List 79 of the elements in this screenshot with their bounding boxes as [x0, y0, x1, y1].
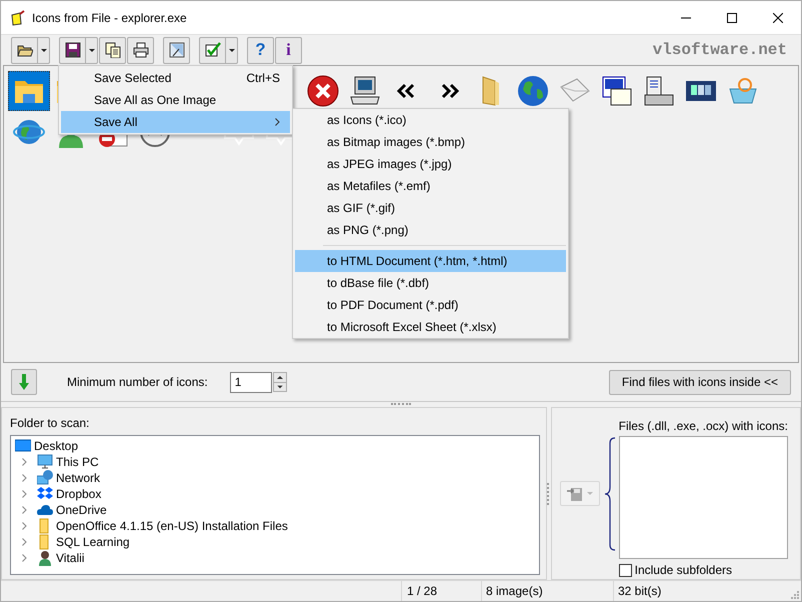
monitor-icon	[15, 438, 31, 454]
splitter-grip[interactable]	[391, 402, 411, 405]
copy-icon	[104, 42, 120, 58]
status-text: 8 image(s)	[486, 583, 543, 600]
tree-item[interactable]: Vitalii	[56, 549, 84, 567]
tree-item[interactable]: Network	[56, 469, 100, 487]
toolbar-button[interactable]: ?	[248, 38, 273, 62]
tree-item[interactable]: This PC	[56, 453, 99, 471]
maximize-icon[interactable]	[727, 12, 737, 22]
printer-icon	[132, 42, 148, 58]
person-icon	[37, 550, 53, 566]
floppy-import-icon	[566, 486, 583, 502]
monitor-icon	[37, 454, 53, 470]
splitter-grip[interactable]	[546, 482, 549, 504]
menu-item[interactable]: to PDF Document (*.pdf)	[295, 294, 566, 316]
tree-item[interactable]: SQL Learning	[56, 533, 130, 551]
chevron-right-icon[interactable]	[22, 458, 27, 466]
chevron-right-icon[interactable]	[22, 490, 27, 498]
files-list[interactable]	[618, 436, 788, 559]
website-text: vlsoftware.net	[652, 40, 787, 61]
chevron-right-icon[interactable]	[22, 522, 27, 530]
status-text: 32 bit(s)	[618, 583, 662, 600]
cloud-icon	[37, 502, 53, 518]
chevron-right-icon	[275, 118, 280, 126]
toolbar-button[interactable]: i	[276, 38, 301, 62]
caret-icon	[586, 492, 593, 495]
app-icon	[10, 10, 26, 26]
tree-item[interactable]: OneDrive	[56, 501, 107, 519]
network-icon	[37, 470, 53, 486]
tree-item[interactable]: Dropbox	[56, 485, 102, 503]
checkmark-icon	[204, 42, 220, 58]
globe-icon	[517, 75, 549, 107]
down-arrow-icon	[274, 382, 286, 391]
min-icons-field[interactable]: 1	[230, 372, 272, 392]
folder-tree[interactable]: Desktop This PC Network Dropbox OneDrive OpenOffice 4.1.15 (en-US) Installation Files SQL Learning Vitalii	[10, 435, 540, 575]
tree-item[interactable]: Desktop	[34, 437, 78, 455]
menu-item[interactable]: as PNG (*.png)	[295, 219, 566, 241]
checkbox[interactable]	[618, 564, 632, 576]
dropbox-icon	[37, 486, 53, 502]
image-icon	[168, 42, 184, 58]
menu-item[interactable]: Save All as One Image	[61, 89, 290, 111]
window-title: Icons from File - explorer.exe	[32, 10, 187, 26]
document-icon	[601, 75, 633, 107]
caret-icon	[88, 48, 94, 52]
chevron-right-icon[interactable]	[22, 538, 27, 546]
menu-item[interactable]: as Icons (*.ico)	[295, 109, 566, 131]
menu-item[interactable]: to dBase file (*.dbf)	[295, 272, 566, 294]
dropdown-button[interactable]	[85, 38, 97, 62]
tree-item[interactable]: OpenOffice 4.1.15 (en-US) Installation Files	[56, 517, 288, 535]
menu-item[interactable]: to HTML Document (*.htm, *.html)	[295, 250, 566, 272]
menu-item[interactable]: Save Selected Ctrl+S	[61, 67, 290, 89]
find-files-button[interactable]: Find files with icons inside <<	[608, 370, 791, 394]
dropdown-button[interactable]	[225, 38, 237, 62]
status-text: 1 / 28	[407, 583, 438, 600]
resize-grip-icon[interactable]	[789, 589, 799, 599]
menu-item[interactable]: as GIF (*.gif)	[295, 197, 566, 219]
menu-item[interactable]: as Bitmap images (*.bmp)	[295, 131, 566, 153]
down-arrow-icon	[19, 374, 29, 390]
panel-label: Folder to scan:	[10, 415, 90, 432]
chevron-right-icon[interactable]	[22, 474, 27, 482]
pc-tower-icon	[643, 75, 675, 107]
computer-icon	[349, 75, 381, 107]
close-icon[interactable]	[773, 12, 783, 22]
chevron-right-icon[interactable]	[22, 554, 27, 562]
chevron-right-icon[interactable]	[22, 506, 27, 514]
caret-icon	[40, 48, 46, 52]
menu-item[interactable]: Save All	[61, 111, 290, 133]
menu-item[interactable]: as JPEG images (*.jpg)	[295, 153, 566, 175]
menu-item[interactable]: to Microsoft Excel Sheet (*.xlsx)	[295, 316, 566, 338]
selected-icon-tile[interactable]	[8, 71, 50, 111]
menu-item[interactable]: as Metafiles (*.emf)	[295, 175, 566, 197]
download-button[interactable]	[11, 369, 37, 395]
dropdown-button[interactable]	[37, 38, 49, 62]
error-icon	[307, 75, 339, 107]
spin-buttons[interactable]	[272, 372, 287, 392]
field-label: Minimum number of icons:	[67, 374, 208, 391]
caret-icon	[228, 48, 234, 52]
checkbox-label[interactable]: Include subfolders	[634, 561, 732, 579]
panel-label: Files (.dll, .exe, .ocx) with icons:	[618, 418, 788, 435]
